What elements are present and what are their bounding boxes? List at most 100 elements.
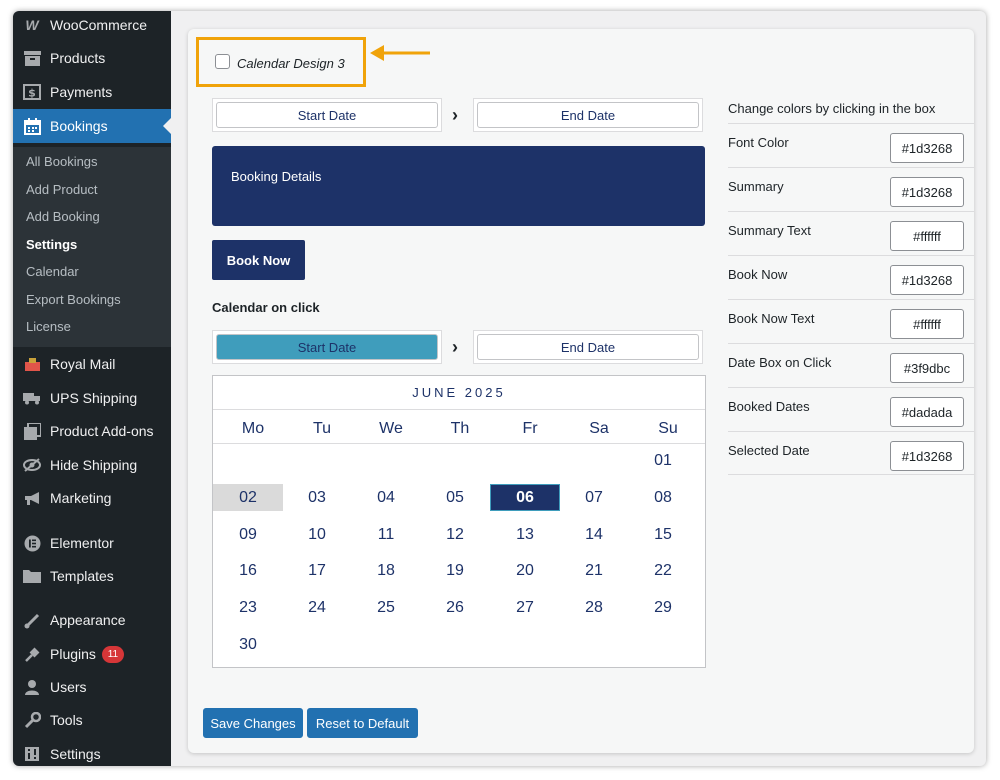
end-date-field-clicked[interactable]: End Date	[477, 334, 699, 360]
color-value-input[interactable]: #1d3268	[890, 133, 964, 163]
submenu-add-product[interactable]: Add Product	[26, 182, 98, 197]
app-frame: W WooCommerce Products $ Payments Bookin…	[13, 11, 986, 766]
sidebar-item-products[interactable]: Products	[13, 41, 171, 75]
plugins-update-badge: 11	[101, 645, 124, 663]
calendar-day[interactable]: 27	[490, 594, 560, 621]
addons-icon	[22, 421, 42, 441]
calendar-day[interactable]: 18	[351, 557, 421, 584]
sidebar-item-label: Payments	[50, 84, 113, 100]
chevron-right-icon: ›	[452, 105, 458, 125]
calendar-day[interactable]: 14	[559, 521, 629, 548]
post-icon	[22, 354, 42, 374]
sidebar-item-users[interactable]: Users	[13, 670, 171, 704]
calendar-icon	[22, 116, 42, 136]
sidebar-item-tools[interactable]: Tools	[13, 703, 171, 737]
sidebar-item-elementor[interactable]: Elementor	[13, 526, 171, 560]
calendar-day[interactable]: 04	[351, 484, 421, 511]
color-setting-label: Summary Text	[728, 223, 811, 238]
calendar-day[interactable]: 06	[490, 484, 560, 511]
calendar-design-3-checkbox[interactable]	[215, 54, 230, 69]
calendar-day[interactable]: 22	[628, 557, 698, 584]
sidebar-item-plugins[interactable]: Plugins 11	[13, 637, 171, 671]
sidebar-item-templates[interactable]: Templates	[13, 559, 171, 593]
color-value-input[interactable]: #1d3268	[890, 177, 964, 207]
color-value-input[interactable]: #1d3268	[890, 441, 964, 471]
dollar-icon: $	[22, 82, 42, 102]
sidebar-item-hide-shipping[interactable]: Hide Shipping	[13, 448, 171, 482]
sidebar-item-settings[interactable]: Settings	[13, 737, 171, 766]
calendar-weekday-row: Mo Tu We Th Fr Sa Su	[213, 410, 705, 444]
calendar-day[interactable]: 21	[559, 557, 629, 584]
weekday-label: We	[379, 420, 403, 437]
calendar-day[interactable]: 20	[490, 557, 560, 584]
calendar-day[interactable]: 03	[282, 484, 352, 511]
calendar-day[interactable]: 25	[351, 594, 421, 621]
calendar-day[interactable]: 26	[420, 594, 490, 621]
calendar-day[interactable]: 08	[628, 484, 698, 511]
sidebar-item-ups-shipping[interactable]: UPS Shipping	[13, 381, 171, 415]
truck-icon	[22, 388, 42, 408]
calendar-day[interactable]: 29	[628, 594, 698, 621]
color-setting-label: Book Now	[728, 267, 788, 282]
save-changes-button[interactable]: Save Changes	[203, 708, 303, 738]
calendar-on-click-heading: Calendar on click	[212, 300, 320, 315]
end-date-field[interactable]: End Date	[477, 102, 699, 128]
sidebar-item-royal-mail[interactable]: Royal Mail	[13, 347, 171, 381]
calendar-day[interactable]: 24	[282, 594, 352, 621]
calendar-day[interactable]: 11	[351, 521, 421, 548]
color-setting-row: Booked Dates #dadada	[728, 387, 974, 431]
submenu-calendar[interactable]: Calendar	[26, 264, 79, 279]
calendar-day[interactable]: 07	[559, 484, 629, 511]
book-now-button[interactable]: Book Now	[212, 240, 305, 280]
start-date-field[interactable]: Start Date	[216, 102, 438, 128]
calendar-design-3-label: Calendar Design 3	[237, 56, 345, 71]
sidebar-item-label: Product Add-ons	[50, 423, 154, 439]
calendar-day[interactable]: 16	[213, 557, 283, 584]
submenu-add-booking[interactable]: Add Booking	[26, 209, 100, 224]
end-date-wrapper: End Date	[473, 98, 703, 132]
calendar-day[interactable]: 10	[282, 521, 352, 548]
submenu-settings[interactable]: Settings	[26, 237, 77, 252]
calendar-day[interactable]: 15	[628, 521, 698, 548]
calendar-day[interactable]: 05	[420, 484, 490, 511]
start-date-field-clicked[interactable]: Start Date	[216, 334, 438, 360]
color-setting-row: Date Box on Click #3f9dbc	[728, 343, 974, 387]
submenu-all-bookings[interactable]: All Bookings	[26, 154, 98, 169]
calendar-day[interactable]: 17	[282, 557, 352, 584]
sidebar-item-label: Appearance	[50, 612, 126, 628]
color-value-input[interactable]: #dadada	[890, 397, 964, 427]
weekday-label: Su	[658, 420, 678, 437]
sidebar-item-label: Settings	[50, 746, 101, 762]
calendar-day[interactable]: 09	[213, 521, 283, 548]
sidebar-item-payments[interactable]: $ Payments	[13, 75, 171, 109]
color-setting-row: Summary Text #ffffff	[728, 211, 974, 255]
calendar-day[interactable]: 23	[213, 594, 283, 621]
sidebar-item-woocommerce[interactable]: W WooCommerce	[13, 11, 171, 42]
color-value-input[interactable]: #1d3268	[890, 265, 964, 295]
booking-details-label: Booking Details	[231, 169, 322, 184]
submenu-export-bookings[interactable]: Export Bookings	[26, 292, 121, 307]
sidebar-item-bookings[interactable]: Bookings	[13, 109, 171, 143]
calendar-day[interactable]: 12	[420, 521, 490, 548]
calendar-day[interactable]: 19	[420, 557, 490, 584]
folder-icon	[22, 566, 42, 586]
color-setting-row: Book Now Text #ffffff	[728, 299, 974, 343]
color-setting-row: Font Color #1d3268	[728, 123, 974, 167]
calendar-day[interactable]: 02	[213, 484, 283, 511]
color-setting-row: Summary #1d3268	[728, 167, 974, 211]
sidebar-item-product-add-ons[interactable]: Product Add-ons	[13, 414, 171, 448]
sidebar-item-appearance[interactable]: Appearance	[13, 603, 171, 637]
reset-to-default-button[interactable]: Reset to Default	[307, 708, 418, 738]
calendar-day[interactable]: 30	[213, 631, 283, 658]
color-setting-label: Font Color	[728, 135, 789, 150]
color-value-input[interactable]: #3f9dbc	[890, 353, 964, 383]
color-value-input[interactable]: #ffffff	[890, 309, 964, 339]
sidebar-item-marketing[interactable]: Marketing	[13, 481, 171, 515]
submenu-license[interactable]: License	[26, 319, 71, 334]
color-value-input[interactable]: #ffffff	[890, 221, 964, 251]
calendar-day[interactable]: 13	[490, 521, 560, 548]
calendar-day[interactable]: 28	[559, 594, 629, 621]
calendar-day[interactable]: 01	[628, 447, 698, 474]
calendar-month-title: JUNE 2025	[213, 376, 705, 410]
weekday-label: Fr	[522, 420, 538, 437]
